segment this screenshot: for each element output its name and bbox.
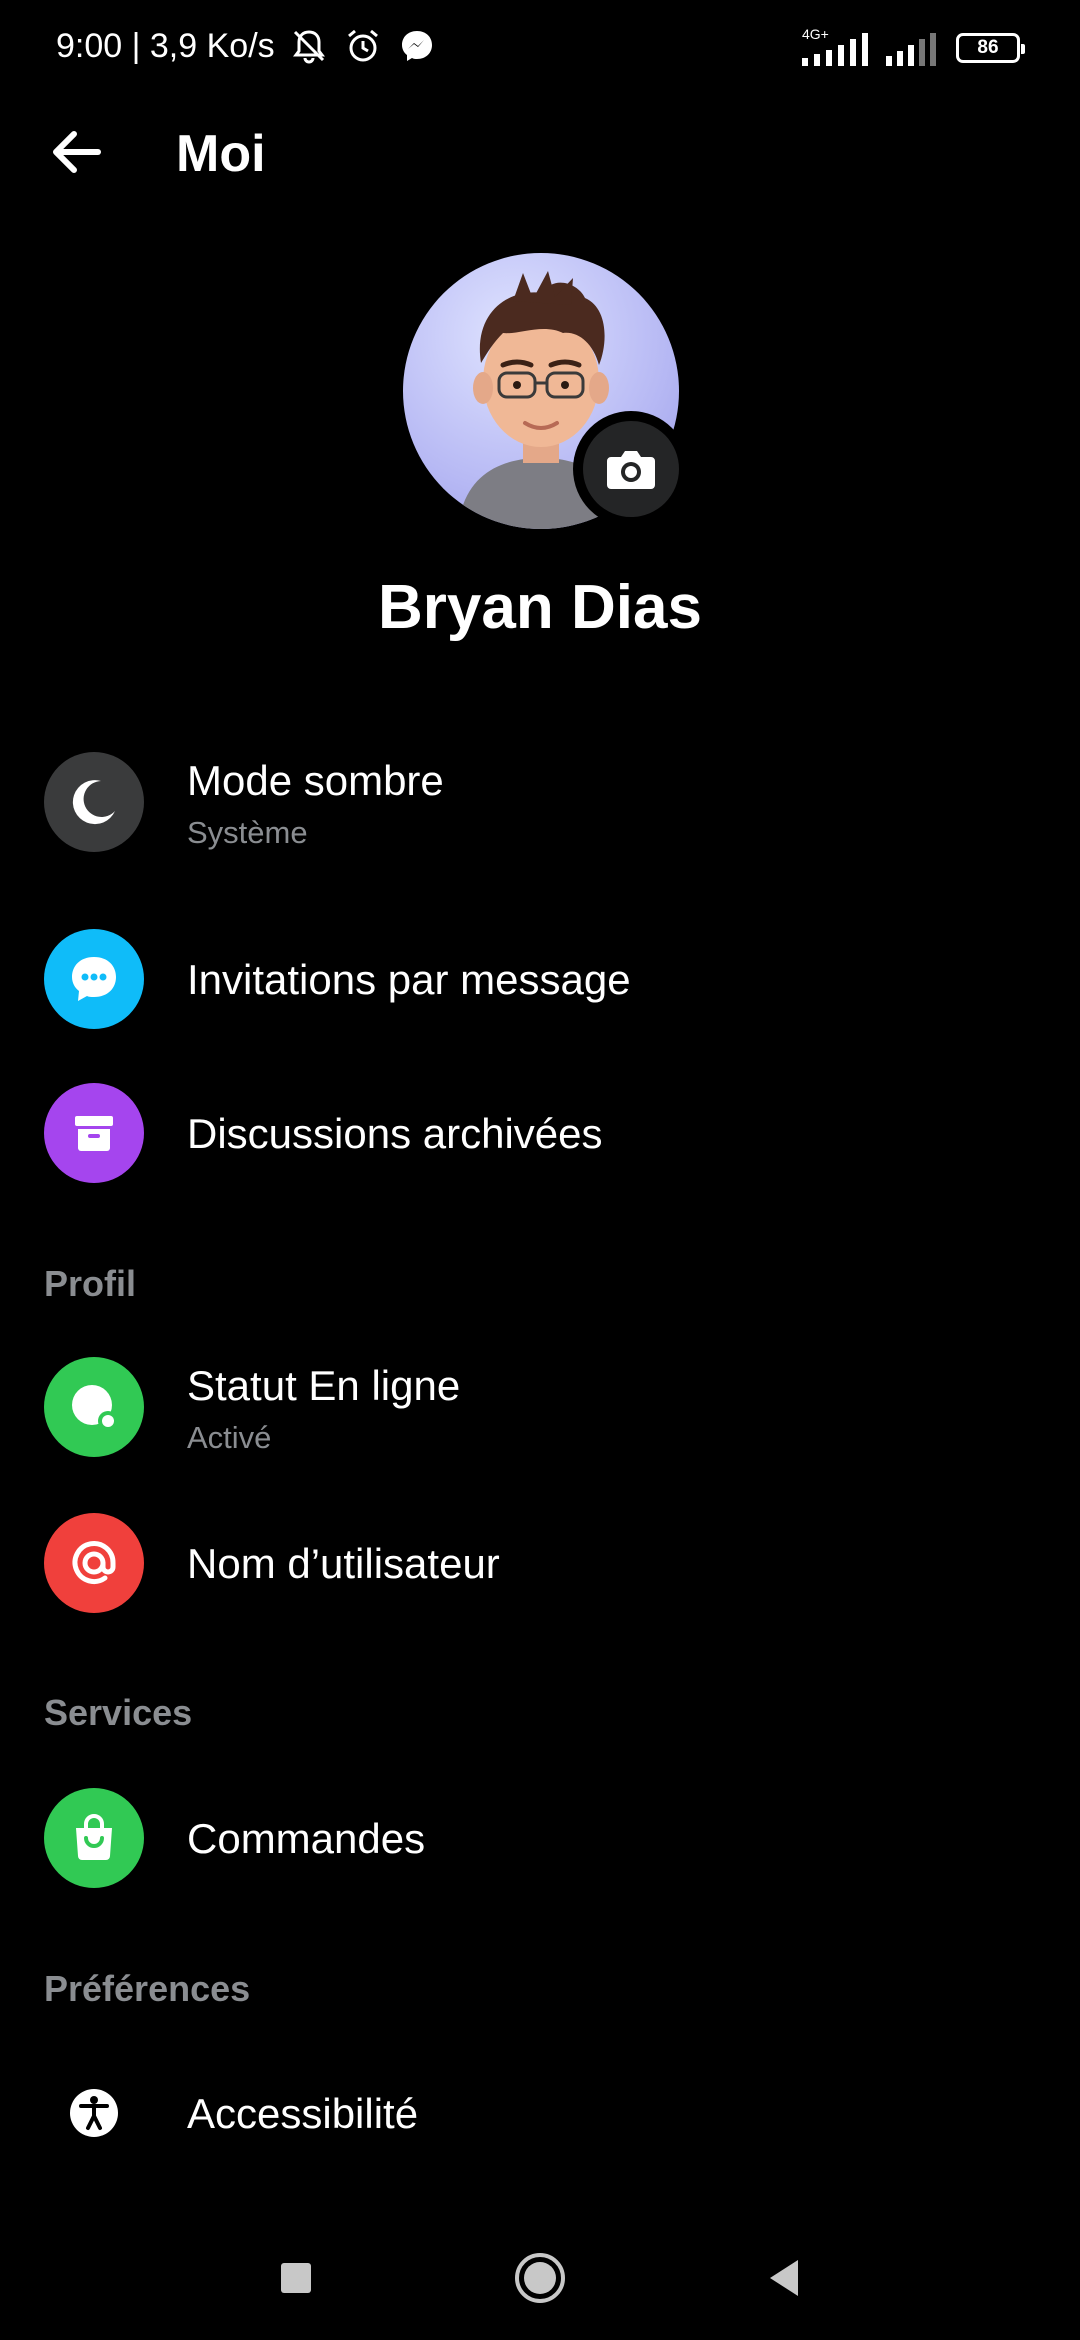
username-label: Nom d’utilisateur <box>187 1540 500 1587</box>
archive-icon-bg <box>44 1083 144 1183</box>
status-bar-left: 9:00 | 3,9 Ko/s <box>56 26 437 66</box>
moon-icon <box>72 780 115 825</box>
camera-button-bg <box>583 421 679 517</box>
recent-apps-button[interactable] <box>266 2248 326 2308</box>
accessibility-item[interactable]: Accessibilité <box>0 2048 1080 2178</box>
active-status-label: Statut En ligne <box>187 1362 461 1409</box>
shopping-bag-icon-bg <box>44 1788 144 1888</box>
at-sign-icon <box>72 1541 116 1584</box>
dark-mode-value: Système <box>187 815 308 850</box>
dark-mode-item[interactable]: Mode sombre Système <box>0 737 1080 867</box>
archive-box-icon <box>75 1116 113 1151</box>
back-nav-button[interactable] <box>754 2248 814 2308</box>
network-type-label: 4G+ <box>802 26 829 42</box>
alarm-clock-icon <box>347 29 378 62</box>
active-status-item[interactable]: Statut En ligne Activé <box>0 1342 1080 1472</box>
accessibility-label: Accessibilité <box>187 2090 419 2137</box>
chat-bubble-icon <box>72 957 116 1001</box>
bell-off-icon <box>292 30 325 64</box>
circle-home-icon <box>515 2253 565 2303</box>
system-navigation-bar <box>0 2230 1080 2320</box>
orders-label: Commandes <box>187 1815 426 1862</box>
app-header: Moi <box>0 110 1080 194</box>
chat-bubble-icon-bg <box>44 929 144 1029</box>
status-time: 9:00 | 3,9 Ko/s <box>56 26 275 65</box>
battery-indicator: 86 <box>956 33 1025 63</box>
battery-level: 86 <box>977 37 999 58</box>
cellular-signal-1: 4G+ <box>802 26 868 68</box>
username-item[interactable]: Nom d’utilisateur <box>0 1498 1080 1628</box>
camera-icon <box>607 451 655 489</box>
back-button[interactable] <box>40 122 112 182</box>
active-status-icon <box>72 1385 118 1431</box>
orders-item[interactable]: Commandes <box>0 1773 1080 1903</box>
profile-name: Bryan Dias <box>378 573 702 642</box>
moon-icon-bg <box>44 752 144 852</box>
section-title-services: Services <box>44 1692 193 1733</box>
active-status-value: Activé <box>187 1420 272 1455</box>
change-photo-button[interactable] <box>573 411 689 527</box>
status-bar-right: 4G+ 86 <box>802 26 1025 68</box>
dark-mode-label: Mode sombre <box>187 757 444 804</box>
arrow-left-icon <box>53 131 101 173</box>
shopping-bag-icon <box>76 1814 112 1860</box>
triangle-back-icon <box>770 2260 798 2296</box>
square-icon <box>281 2263 311 2293</box>
home-button[interactable] <box>510 2248 570 2308</box>
accessibility-icon-bg <box>44 2063 144 2163</box>
archived-chats-label: Discussions archivées <box>187 1110 603 1157</box>
section-title-profil: Profil <box>44 1263 137 1304</box>
status-bar: 9:00 | 3,9 Ko/s 4G+ 86 <box>0 0 1080 96</box>
active-status-icon-bg <box>44 1357 144 1457</box>
message-requests-label: Invitations par message <box>187 956 631 1003</box>
accessibility-icon <box>70 2089 118 2137</box>
page-title: Moi <box>176 125 266 183</box>
signal-bars-2-icon <box>886 33 936 66</box>
section-title-preferences: Préférences <box>44 1968 251 2009</box>
profile-avatar-container <box>403 253 689 529</box>
message-requests-item[interactable]: Invitations par message <box>0 914 1080 1044</box>
messenger-icon <box>401 31 432 61</box>
archived-chats-item[interactable]: Discussions archivées <box>0 1068 1080 1198</box>
at-sign-icon-bg <box>44 1513 144 1613</box>
